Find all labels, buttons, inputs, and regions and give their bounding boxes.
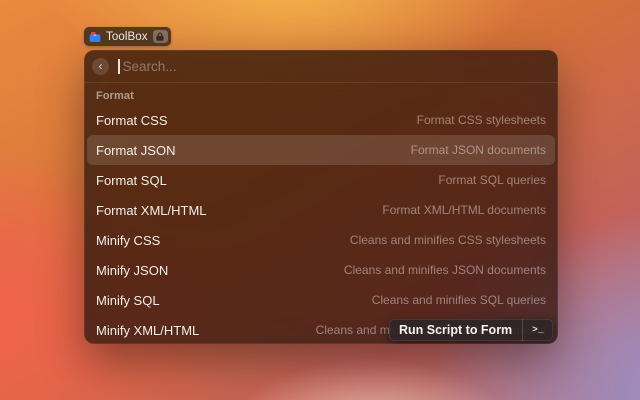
- terminal-icon: >_: [523, 325, 553, 335]
- list-item-description: Format SQL queries: [438, 173, 546, 187]
- menubar-app-label: ToolBox: [106, 31, 148, 43]
- list-item-description: Cleans and minifies CSS stylesheets: [350, 233, 546, 247]
- menubar-app-item[interactable]: ToolBox: [84, 27, 171, 46]
- list-item-label: Minify SQL: [96, 293, 160, 308]
- list-item-description: Cleans and minifies SQL queries: [372, 293, 546, 307]
- list-item-description: Format CSS stylesheets: [417, 113, 546, 127]
- list-item-label: Minify CSS: [96, 233, 160, 248]
- command-list: Format CSS Format CSS stylesheets Format…: [84, 105, 558, 344]
- list-item-minify-json[interactable]: Minify JSON Cleans and minifies JSON doc…: [87, 255, 555, 285]
- list-item-label: Minify XML/HTML: [96, 323, 199, 338]
- section-header-format: Format: [84, 83, 558, 105]
- lock-badge[interactable]: [153, 30, 168, 43]
- list-item-description: Cleans and minifies JSON documents: [344, 263, 546, 277]
- list-item-label: Format SQL: [96, 173, 167, 188]
- chevron-left-icon: ‹: [99, 60, 103, 72]
- list-item-format-xml-html[interactable]: Format XML/HTML Format XML/HTML document…: [87, 195, 555, 225]
- toolbox-icon: [89, 31, 101, 43]
- list-item-format-css[interactable]: Format CSS Format CSS stylesheets: [87, 105, 555, 135]
- list-item-format-sql[interactable]: Format SQL Format SQL queries: [87, 165, 555, 195]
- list-item-minify-css[interactable]: Minify CSS Cleans and minifies CSS style…: [87, 225, 555, 255]
- list-item-label: Format CSS: [96, 113, 168, 128]
- list-item-format-json[interactable]: Format JSON Format JSON documents: [87, 135, 555, 165]
- lock-icon: [155, 32, 165, 42]
- list-item-label: Format JSON: [96, 143, 175, 158]
- list-item-description: Format JSON documents: [411, 143, 546, 157]
- list-item-label: Format XML/HTML: [96, 203, 207, 218]
- list-item-label: Minify JSON: [96, 263, 168, 278]
- run-script-button[interactable]: Run Script to Form >_: [389, 319, 553, 341]
- run-script-button-label: Run Script to Form: [389, 323, 522, 337]
- back-button[interactable]: ‹: [92, 58, 109, 75]
- list-item-minify-sql[interactable]: Minify SQL Cleans and minifies SQL queri…: [87, 285, 555, 315]
- command-palette-panel: ‹ Format Format CSS Format CSS styleshee…: [84, 50, 558, 344]
- list-item-description: Format XML/HTML documents: [382, 203, 546, 217]
- search-input[interactable]: [120, 59, 549, 74]
- search-bar: ‹: [84, 50, 558, 82]
